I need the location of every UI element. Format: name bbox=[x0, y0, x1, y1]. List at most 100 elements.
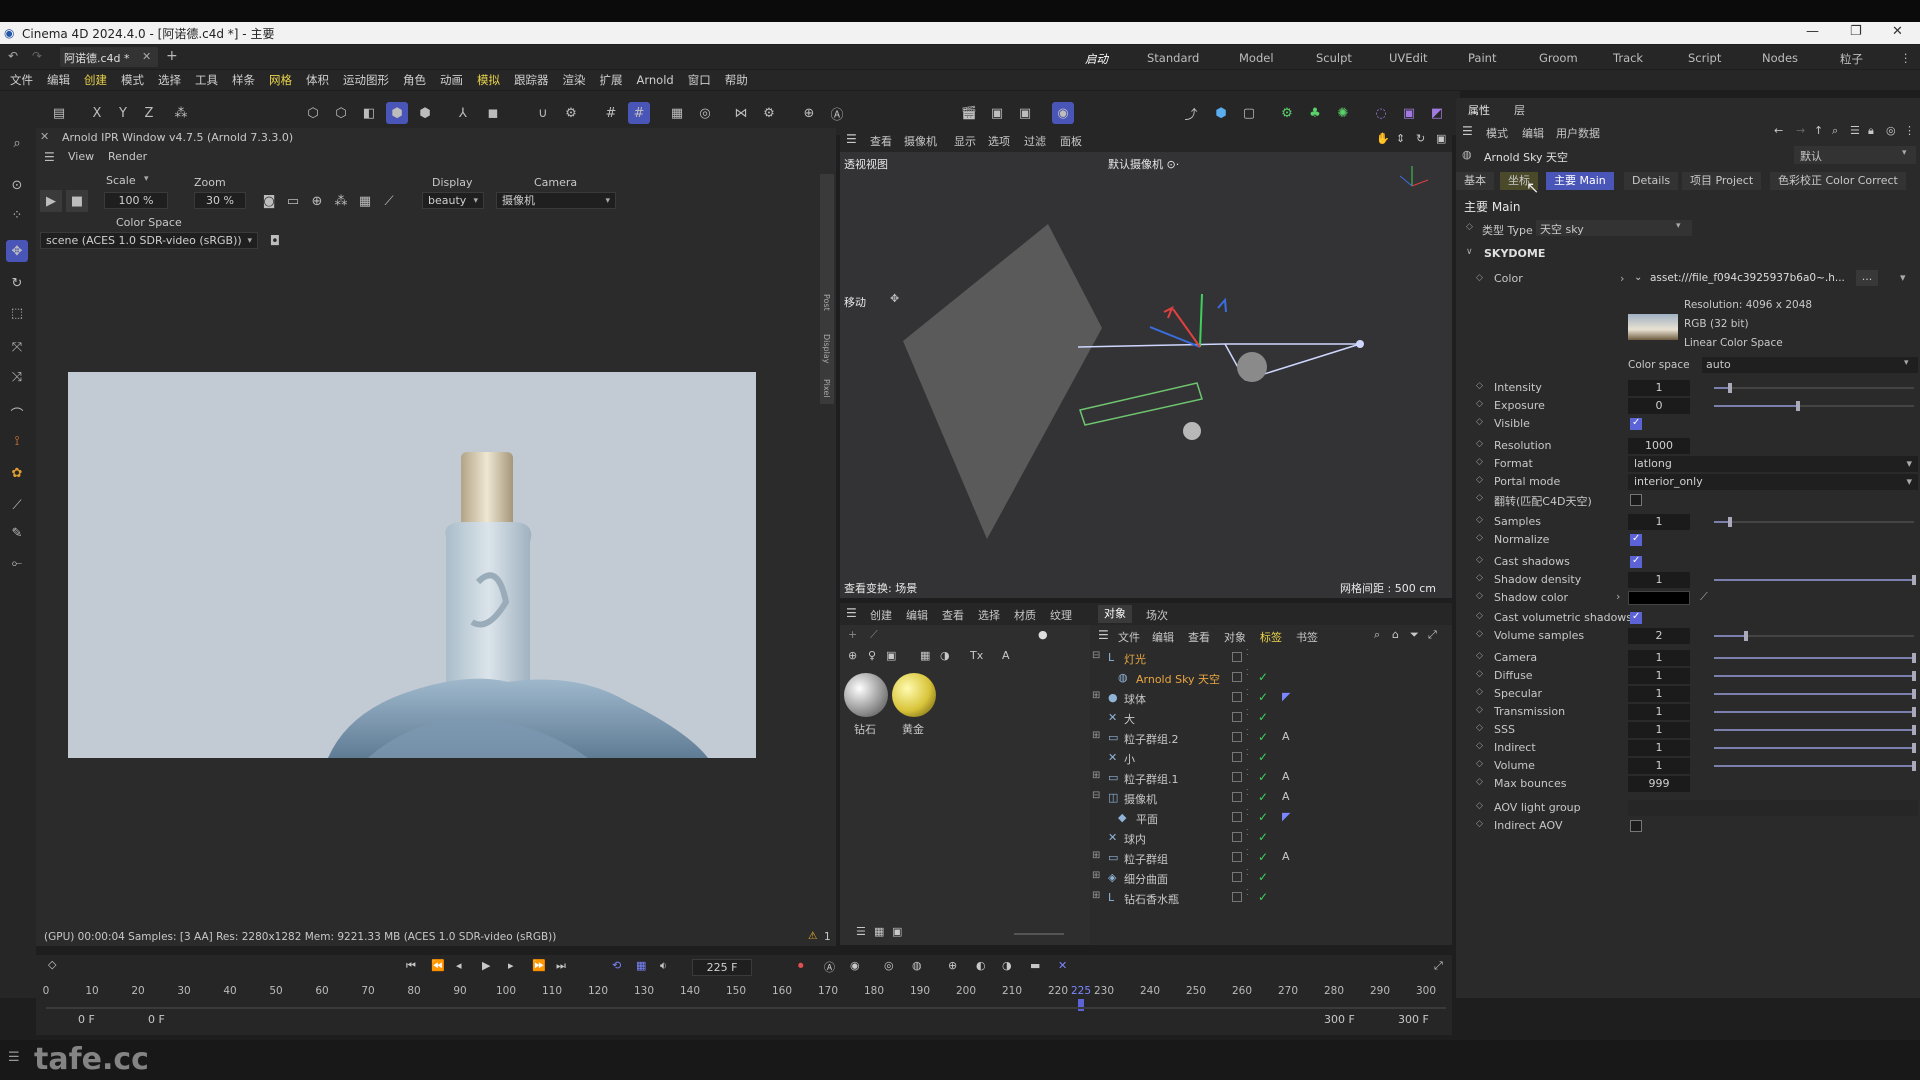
ipr-menu-icon[interactable]: ☰ bbox=[44, 150, 55, 164]
object-name[interactable]: 细分曲面 bbox=[1124, 871, 1168, 887]
object-menu-edit[interactable]: 编辑 bbox=[1152, 629, 1174, 645]
attribute-menu-userdata[interactable]: 用户数据 bbox=[1556, 125, 1600, 141]
object-row[interactable]: ⊟ ◫ 摄像机 ⁚ ✓ A bbox=[1090, 789, 1452, 807]
anim-key-icon[interactable]: ◇ bbox=[1476, 399, 1483, 409]
object-menu-file[interactable]: 文件 bbox=[1118, 629, 1140, 645]
menu-file[interactable]: 文件 bbox=[10, 72, 33, 88]
spline-pen-icon[interactable]: ▢ bbox=[1238, 102, 1260, 124]
material-menu-create[interactable]: 创建 bbox=[870, 607, 892, 623]
color-picker-icon[interactable]: ⟋ bbox=[1700, 590, 1708, 604]
generator-icon[interactable]: ⚙ bbox=[1276, 102, 1298, 124]
object-row[interactable]: ✕ 球内 ⁚ ✓ bbox=[1090, 829, 1452, 847]
attr-slider[interactable] bbox=[1714, 383, 1914, 393]
viewport-menu-icon[interactable]: ☰ bbox=[846, 132, 857, 146]
material-zoom-slider[interactable] bbox=[1014, 933, 1064, 935]
attr-tab-main[interactable]: 主要 Main bbox=[1546, 172, 1614, 190]
attr-slider[interactable] bbox=[1714, 653, 1916, 663]
viewport-menu-panel[interactable]: 面板 bbox=[1060, 133, 1082, 149]
expand-toggle-icon[interactable]: ⊞ bbox=[1092, 690, 1100, 701]
attr-slider[interactable] bbox=[1714, 575, 1916, 585]
mode-model[interactable]: Model bbox=[1239, 51, 1274, 65]
layer-box[interactable] bbox=[1232, 672, 1242, 682]
object-search-icon[interactable]: ⌕ bbox=[1374, 628, 1380, 642]
color-dropdown-icon[interactable]: ⌄ bbox=[1634, 272, 1642, 283]
layer-box[interactable] bbox=[1232, 832, 1242, 842]
tab-objects[interactable]: 对象 bbox=[1098, 605, 1132, 623]
point-key-icon[interactable]: ▬ bbox=[1030, 959, 1040, 972]
enabled-check-icon[interactable]: ✓ bbox=[1258, 710, 1268, 724]
ipr-snapshot-icon[interactable]: ◘ bbox=[264, 230, 286, 252]
expand-toggle-icon[interactable]: ⊞ bbox=[1092, 770, 1100, 781]
type-dropdown[interactable]: 天空 sky ▾ bbox=[1536, 220, 1692, 236]
visibility-dots-icon[interactable]: ⁚ bbox=[1246, 709, 1249, 717]
menu-simulate[interactable]: 模拟 bbox=[477, 72, 500, 88]
timeline-ruler[interactable]: 0 10 20 30 40 50 60 70 80 90 100 110 120 130 140 150 160… bbox=[43, 985, 1446, 1011]
object-row[interactable]: ⊞ ▭ 粒子群组.2 ⁚ ✓ A bbox=[1090, 729, 1452, 747]
ipr-globe-icon[interactable]: ⊕ bbox=[306, 190, 328, 212]
visibility-dots-icon[interactable]: ⁚ bbox=[1246, 669, 1249, 677]
object-row[interactable]: ✕ 大 ⁚ ✓ bbox=[1090, 709, 1452, 727]
side-tab-post[interactable]: Post bbox=[822, 294, 831, 311]
menu-mograph[interactable]: 运动图形 bbox=[343, 72, 389, 88]
close-icon[interactable]: ✕ bbox=[1892, 24, 1903, 39]
attr-value-field[interactable]: 1 bbox=[1628, 686, 1690, 702]
render-view-icon[interactable]: ▣ bbox=[986, 102, 1008, 124]
layer-box[interactable] bbox=[1232, 852, 1242, 862]
live-selection-icon[interactable]: ⊙ bbox=[6, 174, 28, 196]
attr-slider[interactable] bbox=[1714, 761, 1916, 771]
quantize-icon[interactable]: ▦ bbox=[666, 102, 688, 124]
next-key-icon[interactable]: ⏩ bbox=[532, 959, 546, 972]
ipr-play-icon[interactable]: ▶ bbox=[40, 190, 62, 212]
menu-mode[interactable]: 模式 bbox=[121, 72, 144, 88]
menu-tracker[interactable]: 跟踪器 bbox=[514, 72, 549, 88]
color-browse-button[interactable]: ... bbox=[1856, 270, 1878, 286]
enabled-check-icon[interactable]: ✓ bbox=[1258, 790, 1268, 804]
mode-particles[interactable]: 粒子 bbox=[1840, 51, 1863, 67]
anim-key-icon[interactable]: ◇ bbox=[1476, 493, 1483, 503]
object-menu-view[interactable]: 查看 bbox=[1188, 629, 1210, 645]
attr-dropdown[interactable]: latlong bbox=[1628, 456, 1918, 472]
workplane-icon[interactable]: # bbox=[628, 102, 650, 124]
object-name[interactable]: 平面 bbox=[1136, 811, 1158, 827]
visibility-dots-icon[interactable]: ⁚ bbox=[1246, 889, 1249, 897]
scene-icon[interactable]: ▣ bbox=[1398, 102, 1420, 124]
mode-script[interactable]: Script bbox=[1688, 51, 1721, 65]
viewport-menu-display[interactable]: 显示 bbox=[954, 133, 976, 149]
layer-box[interactable] bbox=[1232, 652, 1242, 662]
anim-key-icon[interactable]: ◇ bbox=[1476, 475, 1483, 485]
material-menu-icon[interactable]: ☰ bbox=[846, 606, 857, 620]
go-to-end-icon[interactable]: ⏭ bbox=[556, 959, 566, 973]
anim-key-icon[interactable]: ◇ bbox=[1476, 573, 1483, 583]
color-expand-icon[interactable]: › bbox=[1616, 590, 1620, 603]
menu-volume[interactable]: 体积 bbox=[306, 72, 329, 88]
ipr-grid-icon[interactable]: ▦ bbox=[354, 190, 376, 212]
colorspace-dropdown[interactable]: scene (ACES 1.0 SDR-video (sRGB)) ▾ bbox=[40, 232, 258, 249]
color-expand-icon[interactable]: › bbox=[1620, 272, 1624, 285]
menu-window[interactable]: 窗口 bbox=[688, 72, 711, 88]
object-name[interactable]: 球内 bbox=[1124, 831, 1146, 847]
attr-slider[interactable] bbox=[1714, 631, 1914, 641]
attr-slider[interactable] bbox=[1714, 517, 1914, 527]
ipr-region-icon[interactable]: ◙ bbox=[258, 190, 280, 212]
camera-dropdown[interactable]: 摄像机 ▾ bbox=[496, 192, 616, 209]
maximize-icon[interactable]: ❐ bbox=[1850, 24, 1862, 39]
material-image-icon[interactable]: ▣ bbox=[886, 649, 896, 662]
redo-icon[interactable]: ↷ bbox=[32, 49, 42, 63]
attr-slider-knob[interactable] bbox=[1912, 761, 1916, 771]
menu-icon[interactable]: ☰ bbox=[8, 1050, 20, 1065]
material-name-diamond[interactable]: 钻石 bbox=[854, 721, 876, 737]
rotate-tool-icon[interactable]: ↻ bbox=[6, 272, 28, 294]
forward-arrow-icon[interactable]: → bbox=[1796, 124, 1805, 137]
knife-icon[interactable]: ⟜ bbox=[6, 552, 28, 574]
polygons-mode-icon[interactable]: ◧ bbox=[358, 102, 380, 124]
attr-slider-knob[interactable] bbox=[1912, 653, 1916, 663]
material-menu-edit[interactable]: 编辑 bbox=[906, 607, 928, 623]
arnold-icon[interactable]: Ⓐ bbox=[826, 102, 848, 124]
mode-sculpt[interactable]: Sculpt bbox=[1316, 51, 1352, 65]
soft-selection-icon[interactable]: ⚙ bbox=[758, 102, 780, 124]
object-name[interactable]: 粒子群组.1 bbox=[1124, 771, 1179, 787]
object-name[interactable]: 大 bbox=[1124, 711, 1135, 727]
preview-start-field[interactable]: 0 F bbox=[148, 1013, 165, 1026]
sound-icon[interactable]: 🔉︎ bbox=[660, 959, 667, 973]
attr-slider[interactable] bbox=[1714, 725, 1916, 735]
